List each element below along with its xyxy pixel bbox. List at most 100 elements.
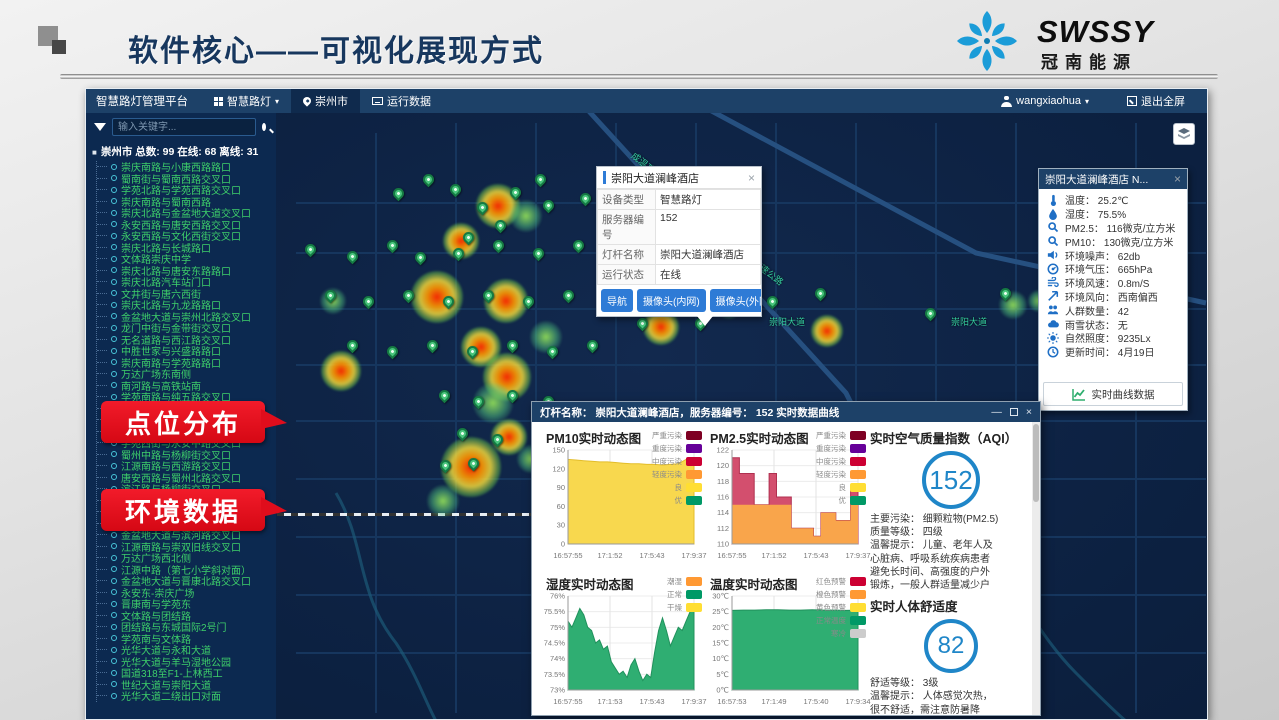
chart-title: PM2.5实时动态图 <box>710 428 809 447</box>
aqi-value-circle: 152 <box>922 451 980 509</box>
svg-text:114: 114 <box>717 508 729 517</box>
lamp-icon <box>111 290 117 296</box>
svg-text:16:57:53: 16:57:53 <box>717 697 746 706</box>
lamp-icon <box>111 693 117 699</box>
rain-icon <box>1047 318 1059 330</box>
app-brand: 智慧路灯管理平台 <box>86 93 202 109</box>
maximize-icon[interactable] <box>1010 408 1018 416</box>
lamp-icon <box>111 348 117 354</box>
chevron-down-icon: ▾ <box>1085 97 1089 106</box>
lamp-icon <box>111 624 117 630</box>
aqi-info-line: 锻炼，一般人群适量减少户 <box>870 579 1032 592</box>
legend-swatch <box>850 603 866 612</box>
legend-swatch <box>850 496 866 505</box>
nav-item-lamps[interactable]: 智慧路灯▾ <box>202 89 291 113</box>
lamp-icon <box>111 601 117 607</box>
decoration-square <box>52 40 66 54</box>
search-input[interactable] <box>112 118 256 136</box>
svg-text:74%: 74% <box>550 654 565 663</box>
realtime-chart-panel: 灯杆名称： 崇阳大道澜峰酒店，服务器编号： 152 实时数据曲线 — × PM1… <box>531 401 1041 716</box>
popup-button[interactable]: 导航 <box>601 289 633 312</box>
callout-env-data: 环境数据 <box>101 489 265 531</box>
close-icon[interactable]: × <box>1174 173 1181 185</box>
lamp-icon <box>111 371 117 377</box>
svg-text:118: 118 <box>717 477 729 486</box>
svg-text:15℃: 15℃ <box>712 639 729 648</box>
nav-item-run-data[interactable]: 运行数据 <box>360 89 443 113</box>
nav-item-city[interactable]: 崇州市 <box>291 89 360 113</box>
svg-text:60: 60 <box>557 502 565 511</box>
chart-title: 温度实时动态图 <box>710 574 798 593</box>
user-menu[interactable]: wangxiaohua▾ <box>989 89 1101 113</box>
lamp-icon <box>111 198 117 204</box>
collapse-icon[interactable]: ■ <box>92 148 97 157</box>
scrollbar-thumb[interactable] <box>1033 424 1039 502</box>
search-icon[interactable] <box>262 123 266 131</box>
clock-icon <box>1047 346 1059 358</box>
svg-text:122: 122 <box>716 446 729 455</box>
street-label: 崇阳大道 <box>951 315 987 328</box>
legend-swatch <box>850 616 866 625</box>
tree-root[interactable]: ■崇州市 总数: 99 在线: 68 离线: 31 <box>86 141 276 161</box>
aqi-info-line: 心脏病、呼吸系统疾病患者 <box>870 553 1032 566</box>
popup-row: 运行状态在线 <box>598 265 761 285</box>
env-reading: 人群数量： 42 <box>1047 303 1181 317</box>
env-panel-title: 崇阳大道澜峰酒店 N... <box>1045 172 1174 187</box>
chart-panel-title: 灯杆名称： 崇阳大道澜峰酒店，服务器编号： 152 实时数据曲线 <box>540 405 991 420</box>
popup-button[interactable]: 摄像头(内网) <box>637 289 706 312</box>
svg-text:17:1:53: 17:1:53 <box>597 697 622 706</box>
svg-text:0℃: 0℃ <box>716 686 729 695</box>
logo-text: SWSSY <box>1037 14 1154 50</box>
street-label: 崇阳大道 <box>769 315 805 328</box>
aqi-info-line: 温馨提示： 儿童、老年人及 <box>870 539 1032 552</box>
legend-swatch <box>686 470 702 479</box>
minimize-icon[interactable]: — <box>991 406 1002 418</box>
close-icon[interactable]: × <box>1026 406 1032 418</box>
heatmap-blob <box>411 271 463 323</box>
aqi-info-line: 避免长时间、高强度的户外 <box>870 566 1032 579</box>
lamp-icon <box>111 474 117 480</box>
svg-text:17:9:34: 17:9:34 <box>845 697 870 706</box>
lamp-icon <box>111 164 117 170</box>
svg-text:20℃: 20℃ <box>712 623 729 632</box>
lamp-icon <box>111 325 117 331</box>
lamp-icon <box>111 279 117 285</box>
lamp-icon <box>111 233 117 239</box>
chart-line-icon <box>1072 387 1086 401</box>
scrollbar[interactable] <box>1032 422 1040 715</box>
pm25-chart: PM2.5实时动态图严重污染重度污染中度污染轻度污染良优110112114116… <box>704 426 866 572</box>
legend-swatch <box>686 431 702 440</box>
map-pin-icon <box>301 95 312 106</box>
popup-button[interactable]: 摄像头(外网) <box>710 289 761 312</box>
filter-icon[interactable] <box>94 123 106 131</box>
comfort-info: 舒适等级： 3级温馨提示： 人体感觉次热，很不舒适，需注意防暑降温； <box>868 677 1032 715</box>
env-reading: 温度： 25.2℃ <box>1047 193 1181 207</box>
svg-text:16:57:55: 16:57:55 <box>553 697 582 706</box>
legend-swatch <box>850 577 866 586</box>
comfort-value-circle: 82 <box>924 619 978 673</box>
svg-text:17:9:37: 17:9:37 <box>681 551 706 560</box>
svg-text:116: 116 <box>717 493 729 502</box>
fullscreen-exit-icon <box>1127 96 1137 106</box>
svg-text:30: 30 <box>557 521 565 530</box>
lamp-icon <box>111 647 117 653</box>
map-layers-button[interactable] <box>1173 123 1195 145</box>
legend-swatch <box>850 483 866 492</box>
close-icon[interactable]: × <box>748 172 755 184</box>
chart-legend: 严重污染重度污染中度污染轻度污染良优 <box>652 429 702 507</box>
chart-title: 湿度实时动态图 <box>546 574 634 593</box>
exit-fullscreen-button[interactable]: 退出全屏 <box>1115 89 1197 113</box>
legend-swatch <box>850 444 866 453</box>
env-reading: 环境气压： 665hPa <box>1047 262 1181 276</box>
lamp-icon <box>111 221 117 227</box>
sidebar-item-lamp[interactable]: 光华大道二绕出口对面 <box>111 690 276 702</box>
realtime-curve-button[interactable]: 实时曲线数据 <box>1043 382 1183 406</box>
legend-swatch <box>850 470 866 479</box>
lamp-icon <box>111 612 117 618</box>
svg-text:0: 0 <box>561 540 565 549</box>
aqi-column: 实时空气质量指数（AQI） 152 主要污染： 细颗粒物(PM2.5)质量等级：… <box>868 422 1032 715</box>
slide-title: 软件核心——可视化展现方式 <box>128 26 544 70</box>
heatmap-blob <box>510 200 542 232</box>
grid-icon <box>214 97 218 101</box>
legend-swatch <box>686 444 702 453</box>
